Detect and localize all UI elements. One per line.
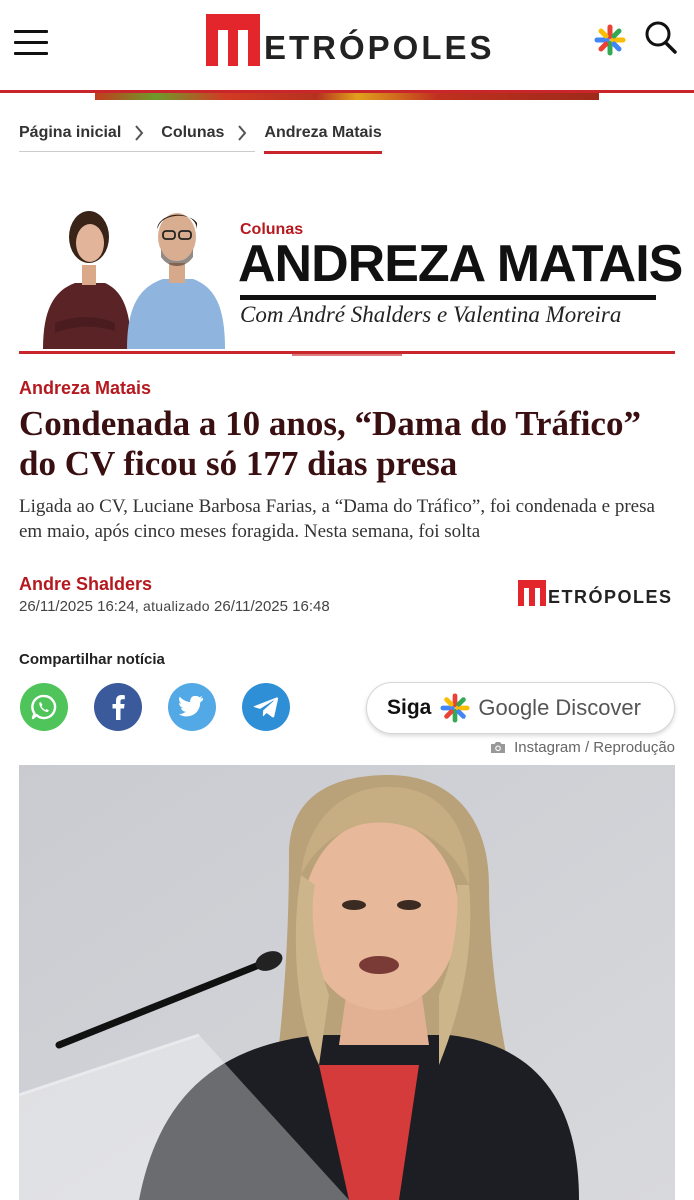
follow-google-discover-label: Google Discover xyxy=(478,695,641,720)
source-logo: ETRÓPOLES xyxy=(518,578,673,606)
column-title: ANDREZA MATAIS xyxy=(238,235,683,293)
search-icon[interactable] xyxy=(644,20,678,56)
logo-mark xyxy=(518,580,546,606)
source-logo-text: ETRÓPOLES xyxy=(548,587,673,607)
column-title-rule xyxy=(240,295,656,300)
author-name[interactable]: Andre Shalders xyxy=(19,574,152,595)
photo-credit-text: Instagram / Reprodução xyxy=(514,739,675,756)
published-date: 26/11/2025 16:24, xyxy=(19,598,139,615)
facebook-icon xyxy=(112,695,125,720)
breadcrumb-current[interactable]: Andreza Matais xyxy=(264,123,383,154)
columnist-photos xyxy=(43,211,225,349)
follow-siga-label: Siga xyxy=(387,696,432,719)
telegram-icon xyxy=(253,697,279,718)
site-header: ETRÓPOLES xyxy=(0,0,694,92)
article-headline: Condenada a 10 anos, “Dama do Tráfico” d… xyxy=(19,404,641,483)
whatsapp-icon xyxy=(31,694,57,720)
share-whatsapp-button[interactable] xyxy=(20,683,68,731)
ad-banner[interactable] xyxy=(95,93,599,100)
chevron-right-icon xyxy=(224,123,264,143)
google-discover-icon[interactable] xyxy=(594,24,626,56)
updated-label: atualizado xyxy=(143,598,210,614)
follow-google-discover-button[interactable]: Siga Google Discover xyxy=(366,682,675,734)
google-discover-icon xyxy=(440,693,470,723)
breadcrumb-colunas[interactable]: Colunas xyxy=(161,123,224,143)
banner-divider-accent xyxy=(292,354,402,356)
breadcrumb: Página inicial Colunas Andreza Matais xyxy=(19,123,383,157)
logo-mark xyxy=(206,14,260,66)
updated-date: 26/11/2025 16:48 xyxy=(214,598,330,615)
chevron-right-icon xyxy=(121,123,161,143)
article-dates: 26/11/2025 16:24, atualizado 26/11/2025 … xyxy=(19,598,330,615)
camera-icon xyxy=(491,742,506,753)
breadcrumb-home[interactable]: Página inicial xyxy=(19,123,121,143)
article-kicker[interactable]: Andreza Matais xyxy=(19,378,151,399)
share-label: Compartilhar notícia xyxy=(19,651,165,668)
hamburger-menu-icon[interactable] xyxy=(14,30,48,56)
article-photo xyxy=(19,765,675,1200)
photo-credit: Instagram / Reprodução xyxy=(490,739,675,756)
share-facebook-button[interactable] xyxy=(94,683,142,731)
share-twitter-button[interactable] xyxy=(168,683,216,731)
logo-text: ETRÓPOLES xyxy=(264,29,495,66)
twitter-icon xyxy=(179,696,204,717)
article-photo-image xyxy=(19,765,675,1200)
share-telegram-button[interactable] xyxy=(242,683,290,731)
column-subtitle: Com André Shalders e Valentina Moreira xyxy=(240,302,622,327)
site-logo[interactable]: ETRÓPOLES xyxy=(206,14,495,66)
article-summary: Ligada ao CV, Luciane Barbosa Farias, a … xyxy=(19,496,655,542)
